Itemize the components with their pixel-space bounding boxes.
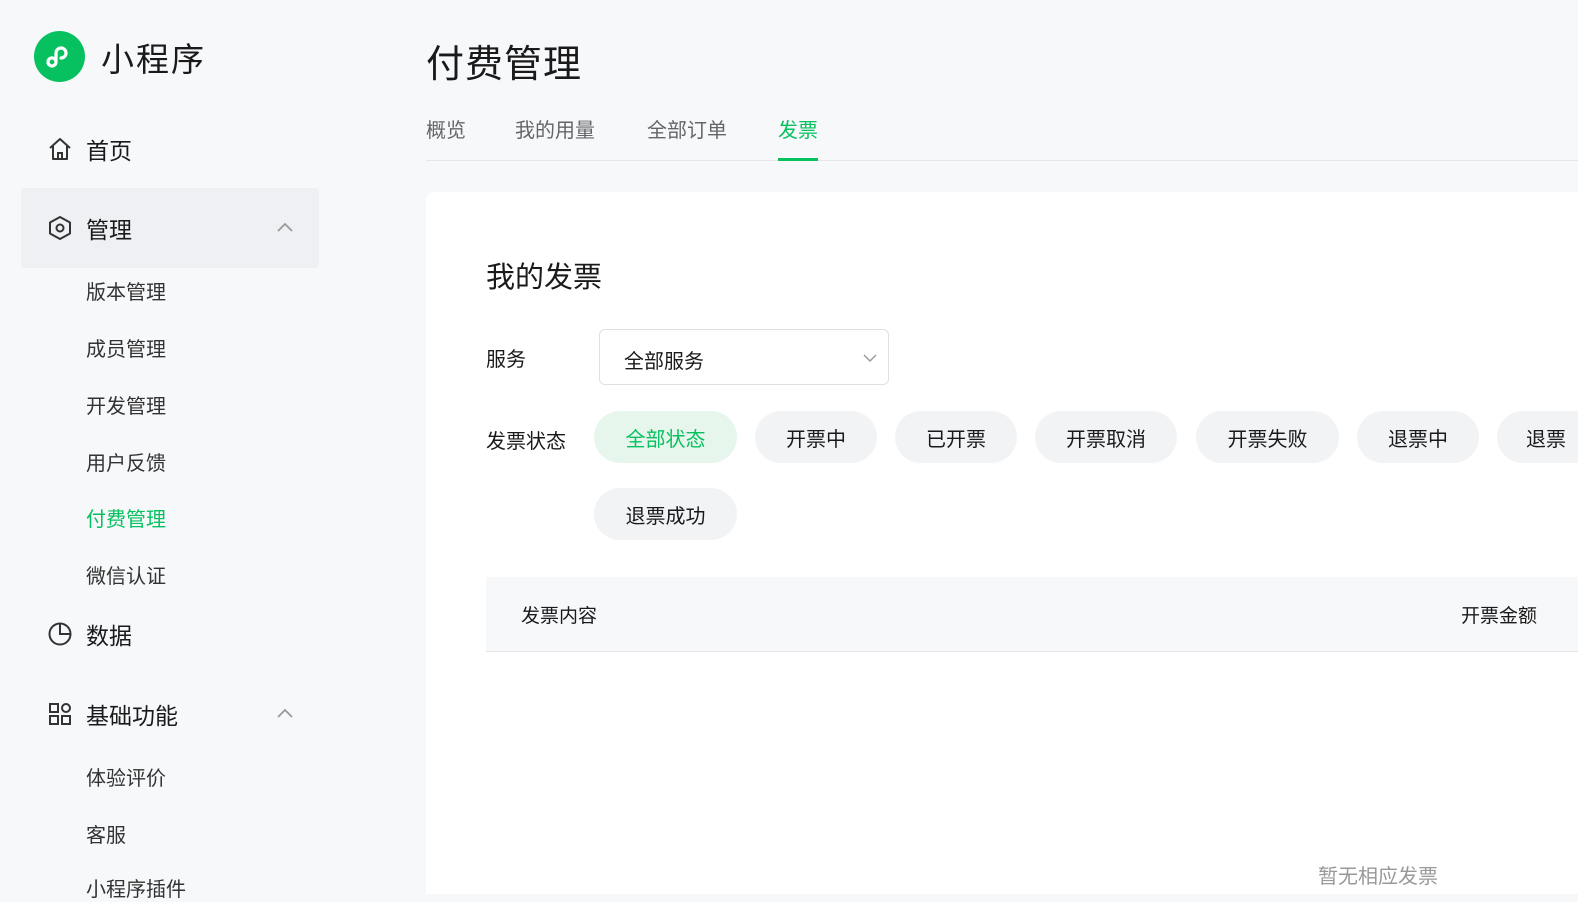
sidebar-item-label: 基础功能: [86, 704, 178, 730]
service-label: 服务: [486, 347, 526, 371]
empty-state-text: 暂无相应发票: [1318, 864, 1438, 888]
service-select[interactable]: 全部服务: [599, 329, 889, 385]
chevron-down-icon: [862, 350, 878, 366]
chevron-up-icon[interactable]: [275, 704, 295, 724]
invoice-card: 我的发票 服务 全部服务 发票状态 全部状态 开票中 已开票 开票取消 开票失败…: [426, 192, 1578, 894]
tab-overview[interactable]: 概览: [426, 114, 466, 160]
hexagon-settings-icon: [47, 215, 73, 241]
sidebar-item-basic-functions[interactable]: 基础功能: [21, 674, 319, 754]
sidebar-subitem-wechat-verify[interactable]: 微信认证: [86, 560, 166, 589]
column-header-amount: 开票金额: [1461, 605, 1538, 627]
sidebar-item-manage[interactable]: 管理: [21, 188, 319, 268]
sidebar-subitem-experience-rating[interactable]: 体验评价: [86, 762, 166, 791]
sidebar-subitem-version[interactable]: 版本管理: [86, 276, 166, 305]
status-pill-cancelled[interactable]: 开票取消: [1035, 411, 1177, 463]
status-pill-issuing[interactable]: 开票中: [755, 411, 877, 463]
tab-all-orders[interactable]: 全部订单: [647, 114, 727, 160]
status-pill-refunding[interactable]: 退票中: [1357, 411, 1479, 463]
sidebar-subitem-members[interactable]: 成员管理: [86, 333, 166, 362]
section-title: 我的发票: [486, 260, 603, 294]
invoice-table-header: 发票内容 开票金额: [486, 577, 1578, 652]
status-pill-all[interactable]: 全部状态: [594, 411, 737, 463]
sidebar-item-home[interactable]: 首页: [21, 109, 319, 189]
status-pill-failed[interactable]: 开票失败: [1196, 411, 1339, 463]
page-title: 付费管理: [426, 42, 583, 86]
sidebar-subitem-feedback[interactable]: 用户反馈: [86, 447, 166, 476]
mini-program-logo-icon: [34, 31, 85, 82]
status-pill-refund-success[interactable]: 退票成功: [594, 488, 737, 540]
sidebar-subitem-customer-service[interactable]: 客服: [86, 819, 126, 848]
sidebar-subitem-billing[interactable]: 付费管理: [86, 503, 166, 532]
main-content: 付费管理 概览 我的用量 全部订单 发票 我的发票 服务 全部服务 发票状态 全…: [426, 0, 1578, 894]
sidebar-item-label: 管理: [86, 218, 132, 244]
brand-name: 小程序: [101, 39, 206, 79]
status-pill-issued[interactable]: 已开票: [895, 411, 1017, 463]
status-label: 发票状态: [486, 429, 566, 453]
service-select-value: 全部服务: [624, 349, 704, 373]
tab-bar: 概览 我的用量 全部订单 发票: [426, 114, 1578, 161]
grid-apps-icon: [47, 701, 73, 727]
sidebar-subitem-plugins[interactable]: 小程序插件: [86, 873, 186, 902]
status-pill-refund-partial[interactable]: 退票: [1497, 411, 1578, 463]
sidebar-item-label: 首页: [86, 139, 132, 165]
brand[interactable]: 小程序: [34, 31, 206, 82]
column-header-content: 发票内容: [521, 605, 598, 627]
sidebar-item-label: 数据: [86, 624, 132, 650]
chevron-up-icon[interactable]: [275, 218, 295, 238]
home-icon: [47, 136, 73, 162]
sidebar-item-data[interactable]: 数据: [21, 594, 319, 674]
pie-chart-icon: [47, 621, 73, 647]
tab-my-usage[interactable]: 我的用量: [515, 114, 595, 160]
tab-invoice[interactable]: 发票: [778, 114, 818, 161]
sidebar-subitem-dev[interactable]: 开发管理: [86, 390, 166, 419]
sidebar: 小程序 首页 管理 版本管理 成员管理 开发管理 用户反馈 付费管理 微信认证 …: [0, 0, 340, 901]
